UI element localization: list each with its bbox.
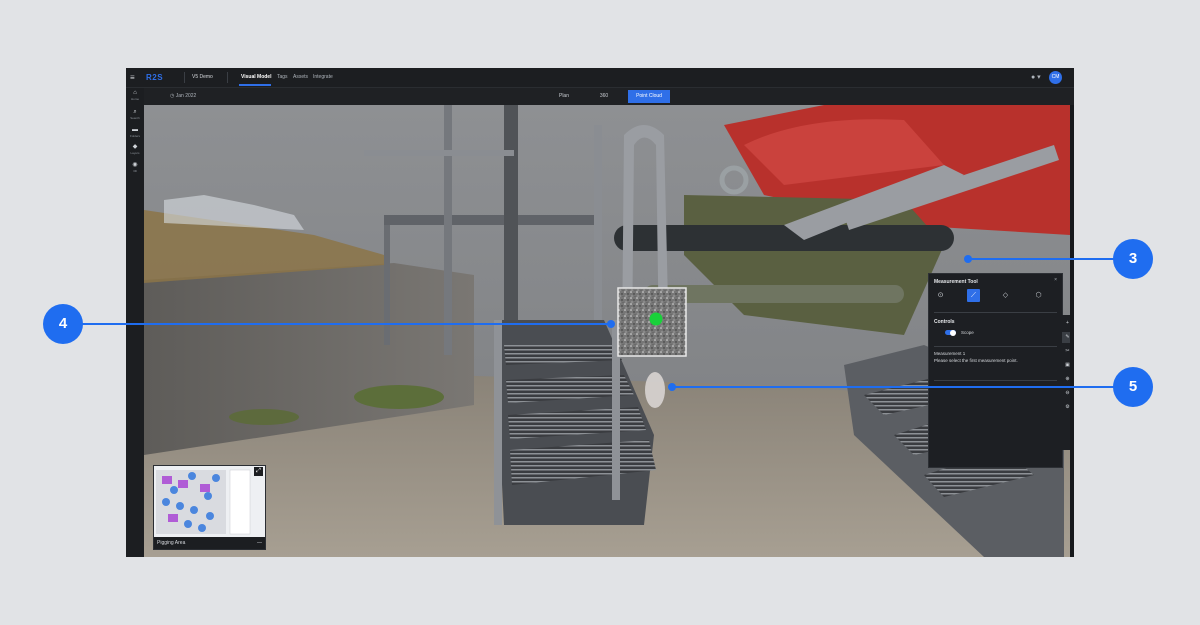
tab-tags[interactable]: Tags (277, 68, 288, 87)
nav-label: Folders (129, 134, 140, 138)
view-plan-button[interactable]: Plan (552, 90, 576, 103)
tab-assets[interactable]: Assets (293, 68, 308, 87)
nav-label: Home (130, 97, 139, 101)
area-tool-icon[interactable]: ⬡ (1032, 289, 1045, 302)
callout-4-anchor (607, 320, 615, 328)
vegetation (229, 409, 299, 425)
measurement-point-marker[interactable] (649, 312, 663, 326)
divider (934, 346, 1057, 347)
minimap-marker (170, 486, 178, 494)
nav-search[interactable]: ⌕ Search (126, 109, 144, 120)
expand-icon[interactable]: ⤢ (254, 467, 263, 476)
nav-home[interactable]: ⌂ Home (126, 90, 144, 101)
minimap-marker (168, 514, 178, 522)
callout-3: 3 (1113, 239, 1153, 279)
vegetation (354, 385, 444, 409)
panel-title: Measurement Tool (934, 279, 978, 285)
cube-icon: ◉ (132, 162, 138, 168)
railing (364, 150, 514, 156)
minimap-marker (178, 480, 188, 488)
nav-label: Search (130, 116, 140, 120)
measurement-cursor[interactable] (645, 372, 665, 408)
minimap-marker (176, 502, 184, 510)
layers-icon: ◆ (132, 144, 138, 150)
railing (384, 215, 594, 225)
minimap-caption: Pigging Area — (154, 537, 265, 549)
gear-icon[interactable]: ⚙ (1062, 402, 1070, 413)
nav-label: Layers (130, 151, 140, 155)
add-icon[interactable]: + (1062, 318, 1070, 329)
nav-layers[interactable]: ◆ Layers (126, 144, 144, 155)
point-cloud-viewport[interactable]: ⤢ Pigging Area — Measurement Tool × ⊙ ⟋ … (144, 105, 1070, 557)
stair-rail (494, 320, 502, 525)
callout-3-anchor (964, 255, 972, 263)
divider (227, 72, 228, 83)
project-name[interactable]: V5 Demo (192, 68, 213, 87)
callout-4-line (70, 323, 614, 325)
view-point-cloud-button[interactable]: Point Cloud (628, 90, 670, 103)
folder-icon: ▬ (132, 127, 138, 133)
app-window: ≡ R2S V5 Demo Visual Model Tags Assets I… (126, 68, 1074, 557)
viewer-toolbar: + ✎ ✂ ▣ ⊕ ⊖ ⚙ (1062, 315, 1070, 450)
tab-integrate[interactable]: Integrate (313, 68, 333, 87)
divider (934, 380, 1057, 381)
measurement-name[interactable]: Measurement 1 (934, 351, 965, 356)
ruler-icon[interactable]: ✎ (1062, 332, 1070, 343)
distance-tool-icon[interactable]: ⟋ (967, 289, 980, 302)
scope-toggle[interactable] (945, 329, 956, 336)
minimap-marker (162, 498, 170, 506)
callout-4: 4 (43, 304, 83, 344)
scissors-icon[interactable]: ✂ (1062, 346, 1070, 357)
nav-folders[interactable]: ▬ Folders (126, 127, 144, 138)
nav-label: 3D (133, 169, 137, 173)
angle-tool-icon[interactable]: ◇ (999, 289, 1012, 302)
minimap-area-name: Pigging Area (157, 540, 186, 546)
minimap-marker (184, 520, 192, 528)
image-icon[interactable]: ▣ (1062, 360, 1070, 371)
minimap-marker (162, 476, 172, 484)
minimap-marker (200, 484, 210, 492)
collapse-icon[interactable]: — (257, 537, 262, 549)
controls-heading: Controls (934, 319, 955, 325)
capture-date[interactable]: ◷ Jan 2022 (170, 88, 196, 105)
active-tab-indicator (239, 84, 271, 86)
view-360-button[interactable]: 360 (592, 90, 616, 103)
avatar[interactable]: CM (1049, 71, 1062, 84)
divider (184, 72, 185, 83)
callout-5: 5 (1113, 367, 1153, 407)
minimap[interactable]: ⤢ Pigging Area — (153, 465, 266, 550)
callout-5-anchor (668, 383, 676, 391)
railing (444, 105, 452, 355)
divider (934, 312, 1057, 313)
point-tool-icon[interactable]: ⊙ (934, 289, 947, 302)
minimap-marker (212, 474, 220, 482)
close-icon[interactable]: × (1054, 277, 1057, 283)
home-icon: ⌂ (133, 90, 137, 96)
scope-label: Scope (961, 330, 974, 335)
measurement-hint: Please select the first measurement poin… (934, 358, 1018, 363)
top-bar: ≡ R2S V5 Demo Visual Model Tags Assets I… (126, 68, 1074, 88)
railing (504, 105, 518, 345)
minimap-marker (206, 512, 214, 520)
minimap-marker (190, 506, 198, 514)
railing (384, 225, 390, 345)
minimap-marker (204, 492, 212, 500)
zoom-out-icon[interactable]: ⊖ (1062, 388, 1070, 399)
measurement-tool-panel: Measurement Tool × ⊙ ⟋ ◇ ⬡ Controls Scop… (928, 273, 1063, 468)
railing (594, 125, 602, 345)
minimap-plan (154, 466, 265, 537)
help-icon[interactable]: ● ▾ (1031, 68, 1041, 87)
nav-3d[interactable]: ◉ 3D (126, 162, 144, 173)
menu-icon[interactable]: ≡ (130, 68, 135, 87)
callout-5-line (671, 386, 1121, 388)
minimap-marker (188, 472, 196, 480)
app-logo[interactable]: R2S (146, 68, 163, 87)
view-bar: ◷ Jan 2022 Plan 360 Point Cloud (144, 88, 1074, 105)
callout-3-line (968, 258, 1118, 260)
zoom-in-icon[interactable]: ⊕ (1062, 374, 1070, 385)
search-icon: ⌕ (133, 109, 137, 115)
minimap-marker (198, 524, 206, 532)
